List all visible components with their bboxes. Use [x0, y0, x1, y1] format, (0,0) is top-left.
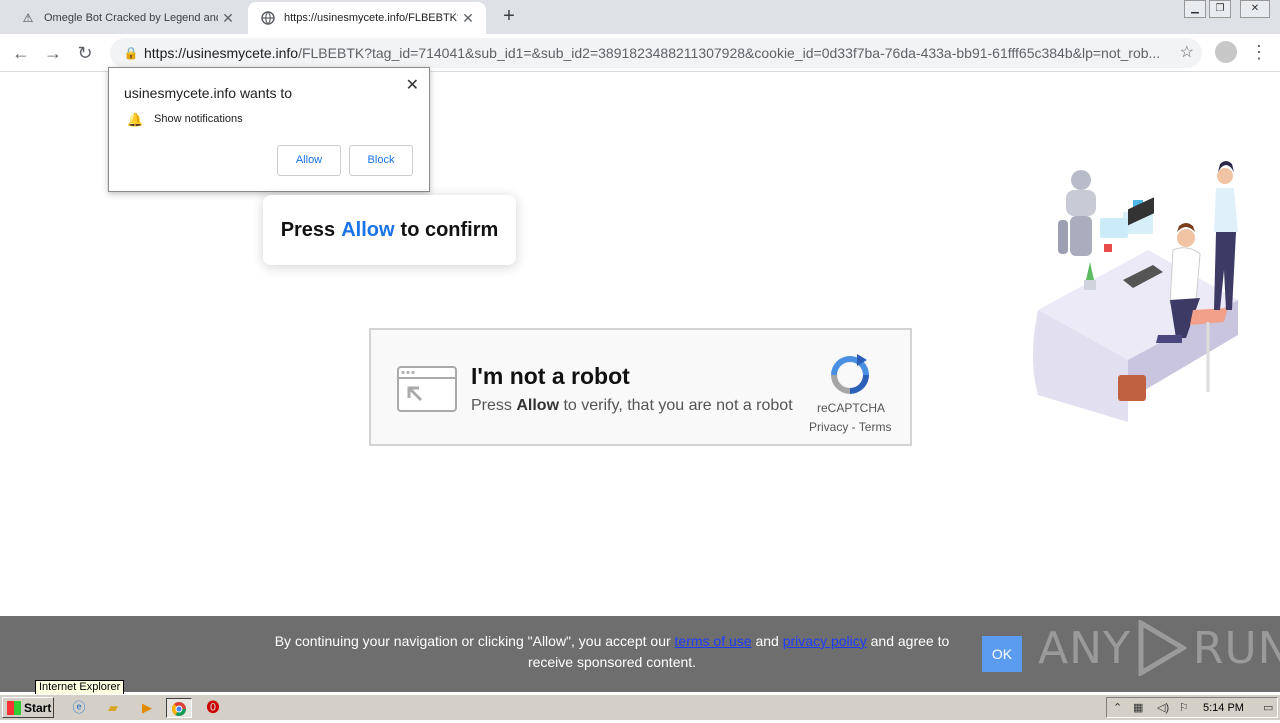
bell-icon: 🔔 [127, 112, 144, 127]
reload-icon[interactable]: ↻ [72, 40, 98, 66]
folder-icon[interactable]: ▰ [100, 698, 126, 718]
privacy-terms-links[interactable]: Privacy - Terms [809, 420, 891, 434]
windows-logo-icon [7, 700, 21, 715]
block-button[interactable]: Block [349, 145, 413, 176]
profile-avatar-icon[interactable] [1215, 41, 1237, 63]
permission-message: usinesmycete.info wants to [124, 85, 293, 101]
banner-text: By continuing your navigation or clickin… [274, 633, 950, 670]
bookmark-star-icon[interactable]: ☆ [1180, 42, 1194, 62]
back-arrow-icon[interactable]: ← [8, 40, 34, 66]
anyrun-watermark: ANY RUN [1038, 620, 1280, 676]
ok-button[interactable]: OK [982, 636, 1022, 672]
clock[interactable]: 5:14 PM [1203, 702, 1244, 714]
show-notifications-label: Show notifications [154, 113, 243, 125]
restore-button[interactable]: ❐ [1209, 0, 1231, 18]
tab-omegle[interactable]: ⚠ Omegle Bot Cracked by Legend and ✕ [8, 2, 246, 34]
close-window-button[interactable]: ✕ [1240, 0, 1270, 18]
cookie-consent-banner: By continuing your navigation or clickin… [0, 616, 1280, 692]
close-icon[interactable]: ✕ [406, 75, 419, 95]
terms-of-use-link[interactable]: terms of use [675, 633, 752, 649]
tab-title: https://usinesmycete.info/FLBEBTK? [284, 12, 458, 24]
globe-icon [260, 10, 276, 26]
tab-title: Omegle Bot Cracked by Legend and [44, 12, 218, 24]
tab-strip: ⚠ Omegle Bot Cracked by Legend and ✕ htt… [0, 0, 1280, 34]
lock-icon[interactable]: 🔒 [118, 46, 144, 60]
chrome-icon[interactable] [166, 698, 192, 718]
recaptcha-logo-icon [831, 354, 869, 394]
address-bar[interactable]: 🔒 https://usinesmycete.info/FLBEBTK?tag_… [110, 38, 1202, 68]
network-icon[interactable]: ▦ [1133, 701, 1143, 714]
captcha-subtext: Press Allow to verify, that you are not … [471, 397, 793, 414]
opera-icon[interactable]: ⓿ [200, 698, 226, 718]
office-robot-illustration [1033, 161, 1238, 422]
flag-icon[interactable]: ⚐ [1179, 701, 1189, 714]
taskbar: Start ⓔ ▰ ▶ ⓿ ⌃ ▦ ◁) ⚐ 5:14 PM ▭ [0, 694, 1280, 720]
browser-window-icon [397, 366, 457, 412]
play-icon [1138, 620, 1187, 676]
url-text[interactable]: https://usinesmycete.info/FLBEBTK?tag_id… [144, 45, 1164, 61]
press-allow-prompt: Press Allow to confirm [263, 195, 516, 265]
close-tab-icon[interactable]: ✕ [218, 10, 238, 27]
forward-arrow-icon[interactable]: → [40, 40, 66, 66]
minimize-button[interactable]: ▁ [1184, 0, 1206, 18]
fake-captcha-box[interactable]: I'm not a robot Press Allow to verify, t… [369, 328, 912, 446]
allow-button[interactable]: Allow [277, 145, 341, 176]
internet-explorer-icon[interactable]: ⓔ [66, 698, 92, 718]
media-player-icon[interactable]: ▶ [134, 698, 160, 718]
system-tray: ⌃ ▦ ◁) ⚐ 5:14 PM ▭ [1106, 697, 1278, 718]
privacy-policy-link[interactable]: privacy policy [783, 633, 867, 649]
kebab-menu-icon[interactable]: ⋮ [1250, 41, 1268, 65]
bot-favicon-icon: ⚠ [22, 11, 34, 25]
new-tab-button[interactable]: + [498, 5, 520, 27]
tooltip: Internet Explorer [35, 680, 125, 695]
start-button[interactable]: Start [2, 697, 54, 718]
recaptcha-label: reCAPTCHA [817, 401, 886, 415]
notification-permission-popup: usinesmycete.info wants to ✕ 🔔 Show noti… [108, 67, 430, 192]
volume-icon[interactable]: ◁) [1157, 701, 1169, 714]
captcha-heading: I'm not a robot [471, 363, 630, 389]
show-desktop-icon[interactable]: ▭ [1263, 701, 1273, 714]
tab-usinesmycete[interactable]: https://usinesmycete.info/FLBEBTK? ✕ [248, 2, 486, 34]
show-hidden-icons-icon[interactable]: ⌃ [1113, 701, 1122, 714]
close-tab-icon[interactable]: ✕ [458, 10, 478, 27]
